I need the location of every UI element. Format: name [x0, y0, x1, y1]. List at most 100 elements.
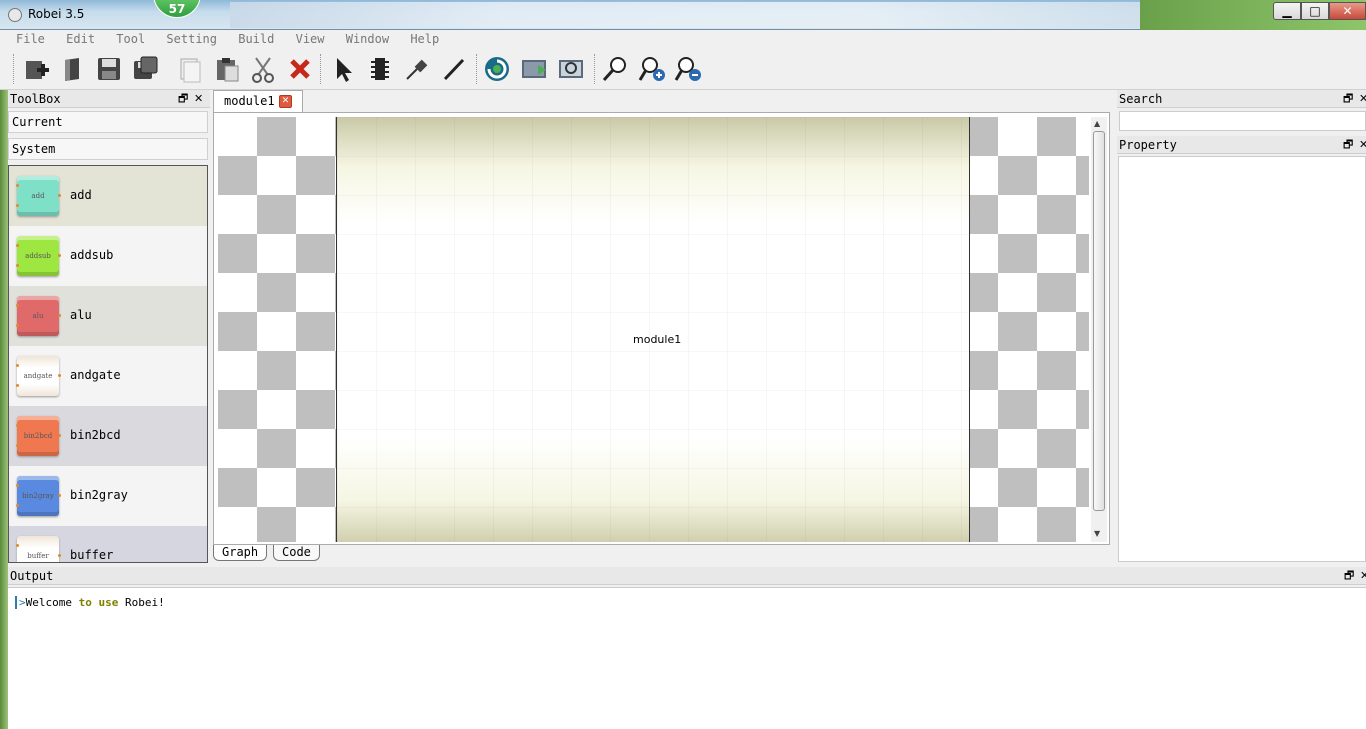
maximize-button[interactable]: □ — [1301, 2, 1329, 20]
save-all-icon[interactable] — [130, 54, 160, 84]
close-icon[interactable]: ✕ — [194, 90, 203, 108]
probe-icon[interactable] — [402, 54, 432, 84]
output-console[interactable]: >Welcome to use Robei! — [8, 587, 1366, 729]
run-icon[interactable] — [519, 54, 549, 84]
tool-item-add[interactable]: add add — [9, 166, 207, 226]
tool-thumbnail-label: bin2bcd — [23, 432, 53, 440]
float-icon[interactable]: 🗗 — [1343, 136, 1353, 154]
port-pin — [16, 424, 19, 427]
toolbox-section-system[interactable]: System — [8, 138, 208, 160]
tool-item-label: addsub — [70, 248, 114, 262]
property-title-bar: Property 🗗 ✕ — [1117, 136, 1366, 154]
tool-thumbnail: andgate — [16, 356, 61, 396]
find-icon[interactable] — [600, 54, 630, 84]
close-icon[interactable]: ✕ — [1359, 90, 1366, 108]
menu-tool[interactable]: Tool — [116, 30, 145, 48]
tab-code[interactable]: Code — [273, 545, 320, 561]
new-icon[interactable] — [22, 54, 52, 84]
scrollbar-thumb[interactable] — [1093, 131, 1105, 511]
tool-thumbnail: addsub — [16, 236, 61, 276]
tool-list: add add addsub addsub alu alu andgate andgate bi… — [8, 165, 208, 563]
console-prompt: > — [19, 596, 26, 609]
toolbox-section-current[interactable]: Current — [8, 111, 208, 133]
tool-thumbnail: alu — [16, 296, 61, 336]
port-pin — [16, 444, 19, 447]
port-pin — [16, 504, 19, 507]
port-pin — [16, 544, 19, 547]
compile-icon[interactable] — [482, 54, 512, 84]
delete-icon[interactable] — [285, 54, 315, 84]
float-icon[interactable]: 🗗 — [1344, 567, 1354, 585]
tool-item-buffer[interactable]: buffer buffer — [9, 526, 207, 562]
menu-edit[interactable]: Edit — [66, 30, 95, 48]
tool-item-andgate[interactable]: andgate andgate — [9, 346, 207, 406]
tool-item-addsub[interactable]: addsub addsub — [9, 226, 207, 286]
port-pin — [58, 374, 61, 377]
search-input[interactable] — [1119, 111, 1366, 131]
output-text: Robei! — [118, 596, 165, 609]
tool-item-label: alu — [70, 308, 92, 322]
window-title: Robei 3.5 — [28, 7, 85, 21]
tool-thumbnail-label: alu — [32, 312, 44, 320]
output-text: Welcome — [25, 596, 79, 609]
tool-item-alu[interactable]: alu alu — [9, 286, 207, 346]
tool-thumbnail-label: andgate — [23, 372, 53, 380]
tool-item-label: add — [70, 188, 92, 202]
zoom-out-icon[interactable] — [673, 54, 703, 84]
scroll-up-icon[interactable]: ▲ — [1094, 119, 1100, 128]
port-pin — [58, 434, 61, 437]
property-grid[interactable] — [1118, 156, 1366, 562]
menu-view[interactable]: View — [296, 30, 325, 48]
tab-close-icon[interactable]: ✕ — [279, 95, 292, 108]
output-title-bar: Output 🗗 ✕ — [8, 567, 1366, 585]
module-block[interactable]: module1 — [336, 117, 970, 542]
select-icon[interactable] — [328, 54, 358, 84]
menu-file[interactable]: File — [16, 30, 45, 48]
search-title: Search — [1119, 92, 1163, 106]
graph-canvas[interactable]: module1 ▲ ▼ — [213, 112, 1110, 545]
tab-graph[interactable]: Graph — [213, 545, 268, 561]
minimize-button[interactable]: ▁ — [1273, 2, 1301, 20]
float-icon[interactable]: 🗗 — [178, 90, 188, 108]
close-window-button[interactable]: ✕ — [1329, 2, 1366, 20]
cut-icon[interactable] — [248, 54, 278, 84]
vertical-scrollbar[interactable]: ▲ ▼ — [1091, 117, 1107, 542]
chip-icon[interactable] — [365, 54, 395, 84]
tool-thumbnail-label: bin2gray — [22, 492, 54, 500]
desktop-edge — [0, 30, 8, 729]
close-icon[interactable]: ✕ — [1359, 136, 1366, 154]
menu-build[interactable]: Build — [238, 30, 274, 48]
tab-label: module1 — [224, 94, 275, 108]
paste-icon[interactable] — [212, 54, 242, 84]
open-icon[interactable] — [58, 54, 88, 84]
tool-thumbnail-label: buffer — [27, 552, 49, 560]
tool-thumbnail: buffer — [16, 536, 61, 562]
menu-window[interactable]: Window — [346, 30, 389, 48]
tool-item-bin2gray[interactable]: bin2gray bin2gray — [9, 466, 207, 526]
output-panel: Output 🗗 ✕ >Welcome to use Robei! — [8, 567, 1366, 729]
float-icon[interactable]: 🗗 — [1343, 90, 1353, 108]
port-pin — [58, 554, 61, 557]
close-icon[interactable]: ✕ — [1360, 567, 1366, 585]
app-icon[interactable] — [8, 8, 22, 22]
copy-icon[interactable] — [175, 54, 205, 84]
preview-icon[interactable] — [556, 54, 586, 84]
save-icon[interactable] — [94, 54, 124, 84]
zoom-in-icon[interactable] — [637, 54, 667, 84]
menu-bar: File Edit Tool Setting Build View Window… — [0, 30, 1366, 48]
tool-item-bin2bcd[interactable]: bin2bcd bin2bcd — [9, 406, 207, 466]
menu-setting[interactable]: Setting — [166, 30, 217, 48]
wire-icon[interactable] — [439, 54, 469, 84]
right-panels: Search 🗗 ✕ Property 🗗 ✕ — [1117, 90, 1366, 563]
port-pin — [58, 494, 61, 497]
scroll-down-icon[interactable]: ▼ — [1094, 529, 1100, 538]
title-bar: Robei 3.5 57 ▁ □ ✕ — [0, 0, 1366, 30]
tab-module1[interactable]: module1 ✕ — [213, 90, 303, 112]
module-name: module1 — [633, 333, 682, 346]
menu-help[interactable]: Help — [410, 30, 439, 48]
toolbar-separator — [476, 54, 478, 84]
notification-badge[interactable]: 57 — [153, 0, 201, 18]
toolbar-separator — [594, 54, 596, 84]
toolbox-title-bar: ToolBox 🗗 ✕ — [8, 90, 210, 108]
toolbar — [0, 48, 1366, 90]
